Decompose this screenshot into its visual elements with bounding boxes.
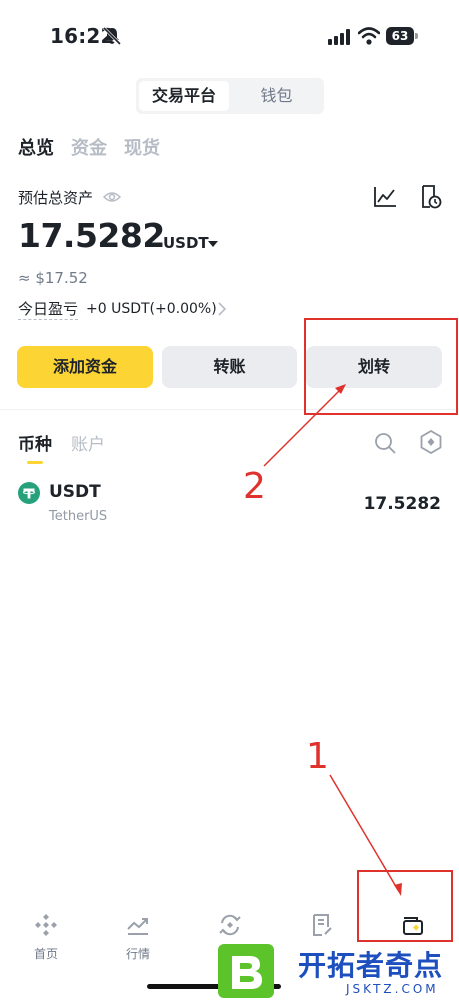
tab-exchange[interactable]: 交易平台 (139, 81, 229, 111)
annotation-step-1: 1 (306, 736, 329, 777)
annotation-box-transfer (304, 318, 458, 415)
watermark: 开拓者奇点 JSKTZ.COM (218, 942, 459, 1000)
send-button[interactable]: 转账 (162, 346, 297, 388)
platform-switch: 交易平台 钱包 (136, 78, 324, 114)
pnl-label[interactable]: 今日盈亏 (18, 299, 79, 320)
add-funds-button[interactable]: 添加资金 (17, 346, 153, 388)
eye-icon[interactable] (103, 190, 121, 204)
chevron-right-icon[interactable] (218, 302, 226, 316)
trade-icon (219, 914, 241, 936)
signal-icon (328, 29, 350, 45)
estimated-assets-label: 预估总资产 (18, 189, 94, 207)
coin-name: TetherUS (49, 509, 108, 524)
active-tab-indicator (27, 461, 43, 464)
watermark-title: 开拓者奇点 (298, 949, 444, 982)
home-icon (35, 914, 57, 936)
balance-unit-selector[interactable]: USDT (163, 234, 209, 252)
caret-down-icon[interactable] (208, 241, 218, 247)
nav-markets-label: 行情 (125, 947, 150, 961)
tab-funding[interactable]: 资金 (71, 134, 107, 160)
coin-amount: 17.5282 (363, 494, 441, 514)
pnl-value[interactable]: +0 USDT(+0.00%) (86, 299, 217, 319)
nav-home-label: 首页 (33, 947, 58, 961)
tab-wallet[interactable]: 钱包 (232, 81, 321, 111)
nav-home[interactable]: 首页 (0, 905, 92, 975)
annotation-step-2: 2 (243, 466, 266, 507)
total-balance: 17.5282 (18, 216, 165, 255)
search-icon[interactable] (374, 432, 396, 454)
wifi-icon (358, 27, 380, 45)
watermark-logo-icon (218, 944, 274, 998)
tab-spot[interactable]: 现货 (124, 134, 160, 160)
status-bar: 16:22 63 (0, 0, 459, 70)
chart-icon[interactable] (373, 186, 397, 208)
tab-account[interactable]: 账户 (71, 430, 105, 455)
annotation-box-wallet (357, 870, 453, 942)
silent-bell-icon (102, 26, 122, 46)
nav-markets[interactable]: 行情 (92, 905, 184, 975)
orders-icon (313, 914, 332, 936)
tab-overview[interactable]: 总览 (18, 134, 54, 160)
battery-icon: 63 (386, 27, 418, 45)
tab-coin[interactable]: 币种 (18, 430, 52, 455)
coin-symbol: USDT (49, 482, 101, 502)
markets-icon (127, 918, 148, 935)
usdt-icon (18, 482, 40, 504)
history-icon[interactable] (420, 184, 442, 210)
settings-hex-icon[interactable] (420, 430, 442, 454)
balance-fiat: ≈ $17.52 (18, 269, 88, 287)
battery-level: 63 (386, 27, 414, 45)
watermark-url: JSKTZ.COM (346, 982, 439, 996)
